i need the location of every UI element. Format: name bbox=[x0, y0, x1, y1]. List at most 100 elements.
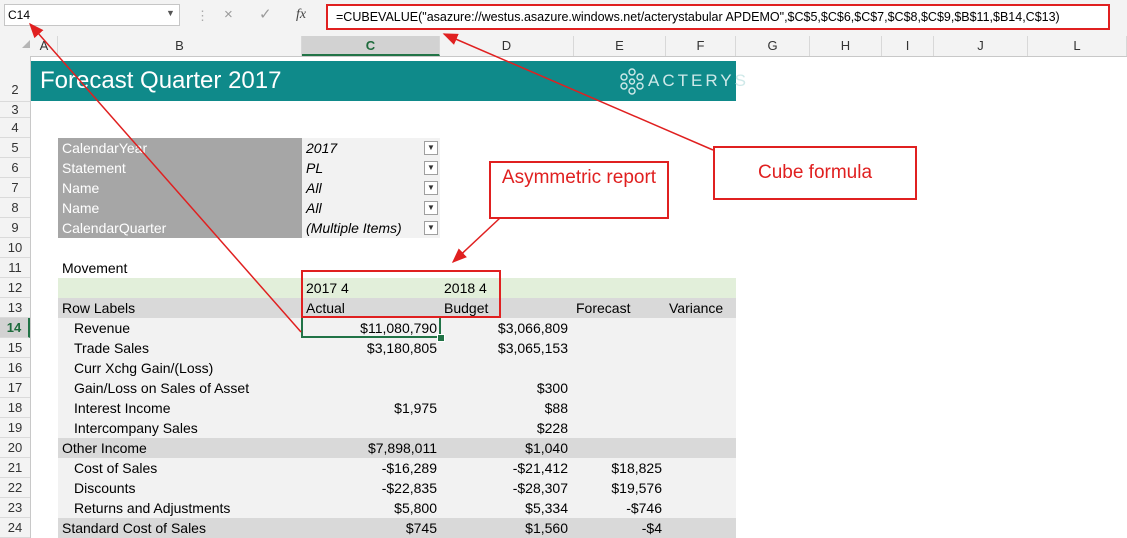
row-header-13[interactable]: 13 bbox=[0, 298, 30, 318]
dropdown-icon[interactable]: ▼ bbox=[424, 181, 438, 195]
row-header-18[interactable]: 18 bbox=[0, 398, 30, 418]
row-header-21[interactable]: 21 bbox=[0, 458, 30, 478]
row-label[interactable]: Gain/Loss on Sales of Asset bbox=[74, 378, 302, 398]
filter-value-name[interactable]: All bbox=[302, 178, 440, 198]
dropdown-icon[interactable]: ▼ bbox=[424, 201, 438, 215]
row-label[interactable]: Standard Cost of Sales bbox=[62, 518, 290, 538]
select-all-corner[interactable] bbox=[22, 40, 30, 48]
cell-actual[interactable]: $3,180,805 bbox=[302, 338, 437, 358]
cell-budget[interactable]: $228 bbox=[440, 418, 568, 438]
cell-variance[interactable] bbox=[666, 318, 732, 338]
insert-function-icon[interactable]: fx bbox=[296, 5, 306, 25]
cell-variance[interactable] bbox=[666, 458, 732, 478]
cell-actual[interactable]: $745 bbox=[302, 518, 437, 538]
row-header-11[interactable]: 11 bbox=[0, 258, 30, 278]
row-header-19[interactable]: 19 bbox=[0, 418, 30, 438]
row-header-3[interactable]: 3 bbox=[0, 102, 30, 118]
row-label[interactable]: Other Income bbox=[62, 438, 290, 458]
row-label[interactable]: Intercompany Sales bbox=[74, 418, 302, 438]
row-label[interactable]: Trade Sales bbox=[74, 338, 302, 358]
row-header-14[interactable]: 14 bbox=[0, 318, 30, 338]
cell-actual[interactable]: -$22,835 bbox=[302, 478, 437, 498]
row-header-9[interactable]: 9 bbox=[0, 218, 30, 238]
row-header-12[interactable]: 12 bbox=[0, 278, 30, 298]
cell-budget[interactable]: $1,560 bbox=[440, 518, 568, 538]
cell-actual[interactable]: $5,800 bbox=[302, 498, 437, 518]
formula-input[interactable]: =CUBEVALUE("asazure://westus.asazure.win… bbox=[326, 4, 1110, 30]
column-header-f[interactable]: F bbox=[666, 36, 736, 56]
cancel-icon[interactable]: × bbox=[224, 5, 233, 25]
filter-icon[interactable]: ▼ bbox=[424, 221, 438, 235]
column-header-d[interactable]: D bbox=[440, 36, 574, 56]
row-header-16[interactable]: 16 bbox=[0, 358, 30, 378]
cell-variance[interactable] bbox=[666, 498, 732, 518]
row-header-8[interactable]: 8 bbox=[0, 198, 30, 218]
cell-forecast[interactable] bbox=[574, 378, 662, 398]
enter-icon[interactable]: ✓ bbox=[259, 5, 272, 25]
row-header-22[interactable]: 22 bbox=[0, 478, 30, 498]
cell-variance[interactable] bbox=[666, 378, 732, 398]
row-header-10[interactable]: 10 bbox=[0, 238, 30, 258]
cell-actual[interactable]: -$16,289 bbox=[302, 458, 437, 478]
column-header-b[interactable]: B bbox=[58, 36, 302, 56]
filter-value-calendarquarter[interactable]: (Multiple Items) bbox=[302, 218, 440, 238]
cell-budget[interactable]: $300 bbox=[440, 378, 568, 398]
cell-forecast[interactable]: $19,576 bbox=[574, 478, 662, 498]
row-header-6[interactable]: 6 bbox=[0, 158, 30, 178]
column-header-l[interactable]: L bbox=[1028, 36, 1127, 56]
column-header-e[interactable]: E bbox=[574, 36, 666, 56]
row-header-15[interactable]: 15 bbox=[0, 338, 30, 358]
fill-handle[interactable] bbox=[437, 334, 445, 342]
cell-budget[interactable]: $3,065,153 bbox=[440, 338, 568, 358]
row-labels-header[interactable]: Row Labels bbox=[62, 298, 262, 318]
column-header-a[interactable]: A bbox=[31, 36, 58, 56]
cell-forecast[interactable]: -$746 bbox=[574, 498, 662, 518]
cell-budget[interactable]: $3,066,809 bbox=[440, 318, 568, 338]
row-label[interactable]: Returns and Adjustments bbox=[74, 498, 302, 518]
filter-icon[interactable]: ▼ bbox=[424, 141, 438, 155]
row-label[interactable]: Interest Income bbox=[74, 398, 302, 418]
cell-forecast[interactable]: $18,825 bbox=[574, 458, 662, 478]
cell-forecast[interactable] bbox=[574, 318, 662, 338]
row-header-17[interactable]: 17 bbox=[0, 378, 30, 398]
cell-forecast[interactable] bbox=[574, 418, 662, 438]
cell-variance[interactable] bbox=[666, 338, 732, 358]
row-label[interactable]: Revenue bbox=[74, 318, 302, 338]
cell-variance[interactable] bbox=[666, 358, 732, 378]
cell-forecast[interactable]: -$4 bbox=[574, 518, 662, 538]
cell-budget[interactable]: $1,040 bbox=[440, 438, 568, 458]
cell-actual[interactable]: $1,975 bbox=[302, 398, 437, 418]
row-header-5[interactable]: 5 bbox=[0, 138, 30, 158]
cell-forecast[interactable] bbox=[574, 358, 662, 378]
name-box[interactable]: C14 bbox=[4, 4, 180, 26]
cell-budget[interactable]: -$21,412 bbox=[440, 458, 568, 478]
cell-forecast[interactable] bbox=[574, 398, 662, 418]
cell-budget[interactable]: $5,334 bbox=[440, 498, 568, 518]
cell-forecast[interactable] bbox=[574, 338, 662, 358]
cell-variance[interactable] bbox=[666, 438, 732, 458]
name-box-dropdown-icon[interactable]: ▼ bbox=[166, 8, 175, 18]
row-header-7[interactable]: 7 bbox=[0, 178, 30, 198]
filter-value-name-2[interactable]: All bbox=[302, 198, 440, 218]
cell-variance[interactable] bbox=[666, 518, 732, 538]
column-header-j[interactable]: J bbox=[934, 36, 1028, 56]
cell-actual[interactable] bbox=[302, 358, 437, 378]
cell-forecast[interactable] bbox=[574, 438, 662, 458]
cell-budget[interactable]: -$28,307 bbox=[440, 478, 568, 498]
row-label[interactable]: Discounts bbox=[74, 478, 302, 498]
row-label[interactable]: Curr Xchg Gain/(Loss) bbox=[74, 358, 302, 378]
cell-actual[interactable] bbox=[302, 418, 437, 438]
row-header-24[interactable]: 24 bbox=[0, 518, 30, 538]
row-header-2[interactable]: 2 bbox=[0, 56, 30, 102]
row-header-23[interactable]: 23 bbox=[0, 498, 30, 518]
row-header-20[interactable]: 20 bbox=[0, 438, 30, 458]
cell-variance[interactable] bbox=[666, 478, 732, 498]
cell-actual[interactable]: $7,898,011 bbox=[302, 438, 437, 458]
filter-value-statement[interactable]: PL bbox=[302, 158, 440, 178]
cell-actual[interactable] bbox=[302, 378, 437, 398]
cell-variance[interactable] bbox=[666, 398, 732, 418]
cell-budget[interactable]: $88 bbox=[440, 398, 568, 418]
cell-variance[interactable] bbox=[666, 418, 732, 438]
column-header-i[interactable]: I bbox=[882, 36, 934, 56]
column-header-h[interactable]: H bbox=[810, 36, 882, 56]
